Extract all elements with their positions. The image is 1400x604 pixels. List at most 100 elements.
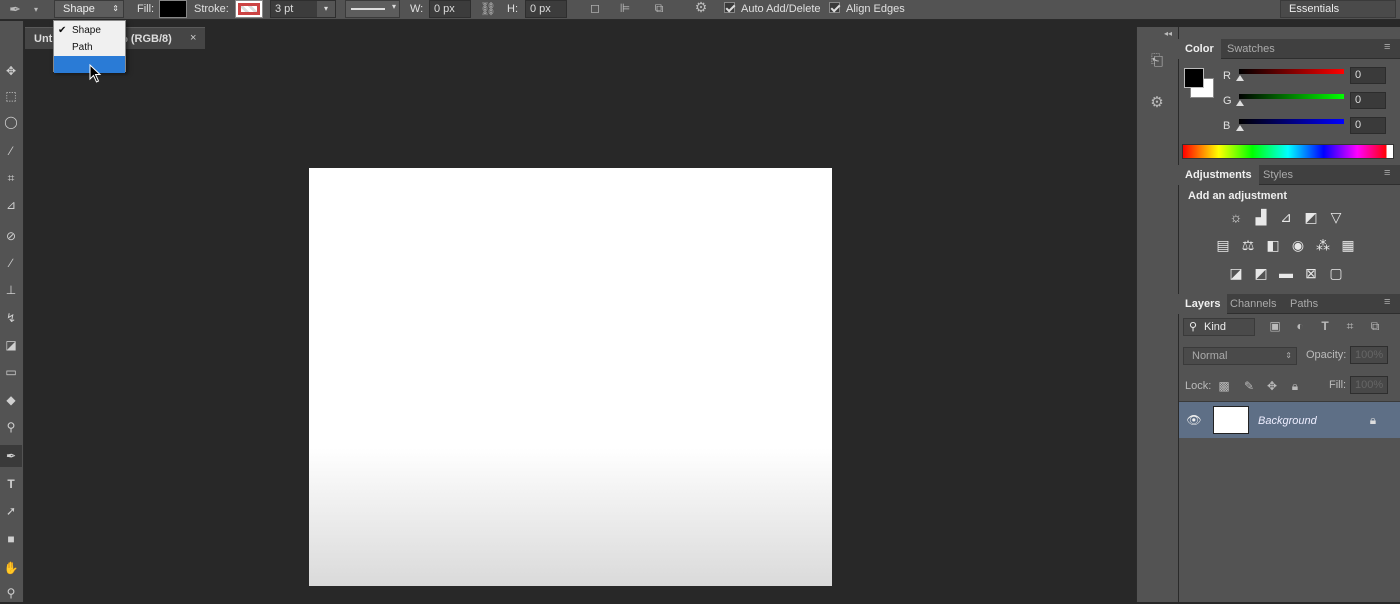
black-white-icon[interactable]: ◧: [1264, 237, 1282, 253]
tab-channels[interactable]: Channels: [1223, 294, 1283, 314]
panel-menu-icon[interactable]: ≡: [1384, 163, 1390, 183]
history-brush-tool-icon[interactable]: ↯: [0, 307, 22, 329]
eye-visibility-icon[interactable]: 👁︎: [1185, 413, 1203, 427]
chevron-down-icon[interactable]: ▾: [317, 1, 335, 17]
properties-panel-icon[interactable]: ⚙: [1146, 95, 1168, 118]
marquee-tool-icon[interactable]: ⬚: [0, 85, 22, 107]
stamp-tool-icon[interactable]: ⊥: [0, 279, 22, 301]
align-edges-checkbox[interactable]: [829, 2, 840, 13]
path-operations-icon[interactable]: ◻: [587, 1, 603, 15]
lock-image-pixels-icon[interactable]: ✎: [1241, 379, 1257, 393]
threshold-icon[interactable]: ▬: [1277, 265, 1295, 281]
menu-item-shape[interactable]: ✔ Shape: [54, 22, 125, 39]
red-slider-handle[interactable]: [1236, 75, 1244, 81]
path-arrangement-icon[interactable]: ⧉: [648, 1, 670, 15]
invert-icon[interactable]: ◪: [1227, 265, 1245, 281]
auto-add-delete-checkbox[interactable]: [724, 2, 735, 13]
filter-shape-layers-icon[interactable]: ⌗: [1342, 319, 1358, 333]
color-spectrum-ramp[interactable]: [1182, 144, 1394, 159]
tab-color[interactable]: Color: [1178, 39, 1221, 59]
lasso-tool-icon[interactable]: ◯: [0, 111, 22, 133]
path-selection-tool-icon[interactable]: ➚: [0, 500, 22, 522]
exposure-icon[interactable]: ◩: [1302, 209, 1320, 225]
link-icon[interactable]: ⛓: [479, 2, 497, 16]
dodge-tool-icon[interactable]: ⚲: [0, 416, 22, 438]
blue-slider[interactable]: [1239, 119, 1344, 124]
pen-tool-active-icon[interactable]: ✒: [0, 445, 22, 467]
opacity-field[interactable]: 100%: [1350, 346, 1388, 364]
pen-tool-icon[interactable]: ✒: [4, 2, 26, 16]
type-tool-icon[interactable]: T: [0, 473, 22, 495]
gradient-map-icon[interactable]: ▢: [1327, 265, 1345, 281]
eraser-tool-icon[interactable]: ◪: [0, 334, 22, 356]
vibrance-icon[interactable]: ▽: [1327, 209, 1345, 225]
rectangle-tool-icon[interactable]: ■: [0, 528, 22, 550]
gradient-tool-icon[interactable]: ▭: [0, 361, 22, 383]
close-icon[interactable]: ×: [190, 31, 196, 45]
stroke-width-field[interactable]: 3 pt ▾: [270, 0, 336, 18]
blue-value-field[interactable]: 0: [1350, 117, 1386, 134]
blur-tool-icon[interactable]: ◆: [0, 389, 22, 411]
brightness-contrast-icon[interactable]: ☼: [1227, 209, 1245, 225]
layer-kind-filter[interactable]: ⚲ Kind: [1183, 318, 1255, 336]
tab-adjustments[interactable]: Adjustments: [1178, 165, 1259, 185]
tool-mode-select[interactable]: Shape ⇕: [54, 0, 124, 18]
channel-mixer-icon[interactable]: ⁂: [1314, 237, 1332, 253]
layer-row-background[interactable]: 👁︎ Background 🔒︎: [1179, 401, 1400, 438]
lock-transparent-pixels-icon[interactable]: ▩: [1216, 379, 1232, 393]
posterize-icon[interactable]: ◩: [1252, 265, 1270, 281]
quick-select-tool-icon[interactable]: ⁄: [0, 140, 22, 162]
stroke-swatch[interactable]: [235, 0, 263, 18]
green-value-field[interactable]: 0: [1350, 92, 1386, 109]
crop-tool-icon[interactable]: ⌗: [0, 167, 22, 189]
menu-item-path[interactable]: Path: [54, 39, 125, 56]
brush-tool-icon[interactable]: ∕: [0, 252, 22, 274]
height-field[interactable]: 0 px: [525, 0, 567, 18]
layer-thumbnail: [1213, 406, 1249, 434]
stroke-width-value: 3 pt: [275, 3, 294, 15]
curves-icon[interactable]: ⊿: [1277, 209, 1295, 225]
tab-layers[interactable]: Layers: [1178, 294, 1228, 314]
selective-color-icon[interactable]: ⊠: [1302, 265, 1320, 281]
color-balance-icon[interactable]: ⚖: [1239, 237, 1257, 253]
tab-swatches[interactable]: Swatches: [1220, 39, 1282, 59]
fill-swatch[interactable]: [159, 0, 187, 18]
tab-paths[interactable]: Paths: [1283, 294, 1325, 314]
collapse-panels-icon[interactable]: ◂◂: [1160, 27, 1176, 41]
hand-tool-icon[interactable]: ✋: [0, 557, 22, 579]
eyedropper-tool-icon[interactable]: ⊿: [0, 194, 22, 216]
workspace-select[interactable]: Essentials: [1280, 0, 1396, 18]
filter-smart-objects-icon[interactable]: ⧉: [1367, 319, 1383, 333]
green-slider-handle[interactable]: [1236, 100, 1244, 106]
path-alignment-icon[interactable]: ⊫: [617, 1, 633, 15]
stroke-type-select[interactable]: ▾: [345, 0, 400, 18]
filter-type-layers-icon[interactable]: T: [1317, 319, 1333, 333]
zoom-tool-icon[interactable]: ⚲: [0, 582, 22, 604]
healing-brush-tool-icon[interactable]: ⊘: [0, 225, 22, 247]
red-value-field[interactable]: 0: [1350, 67, 1386, 84]
move-tool-icon[interactable]: ✥: [0, 60, 22, 82]
blue-slider-handle[interactable]: [1236, 125, 1244, 131]
levels-icon[interactable]: ▟: [1252, 209, 1270, 225]
panel-menu-icon[interactable]: ≡: [1384, 292, 1390, 312]
history-panel-icon[interactable]: ⎗: [1146, 53, 1168, 76]
gear-icon[interactable]: ⚙: [692, 0, 710, 14]
color-lookup-icon[interactable]: ▦: [1339, 237, 1357, 253]
red-slider[interactable]: [1239, 69, 1344, 74]
width-label: W:: [410, 3, 424, 15]
filter-pixel-layers-icon[interactable]: ▣: [1267, 319, 1283, 333]
foreground-color-swatch[interactable]: [1184, 68, 1204, 88]
hue-saturation-icon[interactable]: ▤: [1214, 237, 1232, 253]
photo-filter-icon[interactable]: ◉: [1289, 237, 1307, 253]
lock-all-icon[interactable]: 🔒︎: [1287, 379, 1303, 393]
blend-mode-select[interactable]: Normal ⇕: [1183, 347, 1297, 365]
filter-adjustment-layers-icon[interactable]: ◐: [1292, 319, 1308, 333]
green-slider[interactable]: [1239, 94, 1344, 99]
tab-styles[interactable]: Styles: [1256, 165, 1300, 185]
document-canvas[interactable]: [309, 168, 832, 586]
lock-position-icon[interactable]: ✥: [1264, 379, 1280, 393]
panel-menu-icon[interactable]: ≡: [1384, 37, 1390, 57]
fill-opacity-field[interactable]: 100%: [1350, 376, 1388, 394]
tool-preset-dropdown-icon[interactable]: ▾: [30, 3, 42, 17]
width-field[interactable]: 0 px: [429, 0, 471, 18]
